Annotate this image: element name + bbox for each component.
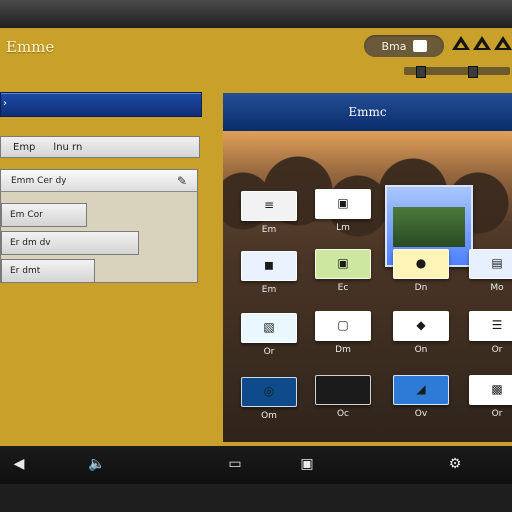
tile-glyph-icon: ▣ (337, 196, 349, 210)
tile[interactable]: ▢ Dm (315, 311, 371, 355)
tile[interactable]: ◎ Om (241, 377, 297, 421)
tile-label: Em (261, 285, 277, 295)
menu-icon[interactable]: ▣ (298, 455, 316, 473)
background-scene: Omm ≡Em ▣Lm ◼Em ▣Ec ●Dn ▤Mo ▧Or ▢Dm ◆On … (223, 131, 512, 442)
form-field-2[interactable]: Er dm dv (1, 231, 139, 255)
form-panel-title-bar: Emm Cer dy ✎ (1, 170, 197, 192)
tile-label: Or (491, 409, 503, 419)
tile[interactable]: ≡ Em (241, 191, 297, 235)
tile[interactable]: ▩ Or (469, 375, 512, 419)
tile-label: Or (263, 347, 275, 357)
tile-glyph-icon: C (338, 382, 348, 396)
app-screen: Emme Bma › Emp lnu rn Emm Cer dy ✎ Em Co… (0, 28, 512, 446)
edit-icon[interactable]: ✎ (177, 174, 187, 188)
tile-glyph-icon: ◢ (416, 382, 426, 396)
tile[interactable]: ☰ Or (469, 311, 512, 355)
tile-glyph-icon: ☰ (491, 318, 503, 332)
tile-label: Or (491, 345, 503, 355)
form-field-2-text: Er dm dv (10, 238, 51, 248)
tile-label: Em (261, 225, 277, 235)
back-icon[interactable]: ◀ (10, 455, 28, 473)
volume-icon[interactable]: 🔈 (88, 455, 106, 473)
top-slider[interactable] (404, 66, 510, 78)
right-panel-header: Emmc (223, 93, 512, 131)
tile-glyph-icon: ▧ (263, 320, 275, 334)
tile-glyph-icon: ▩ (491, 382, 503, 396)
tile[interactable]: ▤ Mo (469, 249, 512, 293)
top-right-icons (452, 36, 512, 50)
tile[interactable]: ▣ Ec (315, 249, 371, 293)
slider-thumb-left[interactable] (416, 66, 426, 78)
chevron-right-icon: › (3, 98, 7, 109)
tile[interactable]: ● Dn (393, 249, 449, 293)
tile-label: Om (261, 411, 277, 421)
tile-glyph-icon: ▤ (491, 256, 503, 270)
tile-label: Ov (414, 409, 428, 419)
right-panel: Emmc Omm ≡Em ▣Lm ◼Em ▣Ec ●Dn ▤Mo ▧Or ▢Dm… (223, 93, 512, 442)
left-row-right: lnu rn (53, 141, 83, 153)
form-field-1[interactable]: Em Cor (1, 203, 87, 227)
tile-label: Lm (336, 223, 350, 233)
tile-glyph-icon: ▢ (337, 318, 349, 332)
tile[interactable]: ▧ Or (241, 313, 297, 357)
app-title: Emme (6, 38, 55, 56)
left-nav-bar[interactable]: › (0, 92, 202, 117)
tile[interactable]: C Oc (315, 375, 371, 419)
triangle-icon[interactable] (494, 36, 512, 50)
pill-icon (412, 40, 427, 52)
tile-glyph-icon: ◆ (416, 318, 426, 332)
form-field-1-text: Em Cor (10, 210, 43, 220)
tile[interactable]: ◆ On (393, 311, 449, 355)
tile-label: Ec (337, 283, 349, 293)
tile-glyph-icon: ◎ (263, 384, 275, 398)
tile-label: Mo (490, 283, 504, 293)
tile-label: Dm (335, 345, 351, 355)
tile-glyph-icon: ● (415, 256, 427, 270)
featured-image (393, 207, 465, 247)
tile-glyph-icon: ▣ (337, 256, 349, 270)
triangle-icon[interactable] (473, 36, 491, 50)
search-pill-label: Bma (381, 39, 407, 53)
tile[interactable]: ◼ Em (241, 251, 297, 295)
tile-label: On (414, 345, 428, 355)
form-field-3[interactable]: Er dmt (1, 259, 95, 283)
tile[interactable]: ◢ Ov (393, 375, 449, 419)
left-row-left: Emp (13, 141, 36, 153)
tile-glyph-icon: ◼ (264, 258, 274, 272)
bottom-nav-bar: ◀ 🔈 ▭ ▣ ⚙ (0, 446, 512, 484)
left-form-panel: Emm Cer dy ✎ Em Cor Er dm dv Er dmt (0, 169, 198, 283)
left-row[interactable]: Emp lnu rn (0, 136, 200, 158)
search-pill[interactable]: Bma (364, 35, 444, 57)
slider-thumb-right[interactable] (468, 66, 478, 78)
settings-icon[interactable]: ⚙ (446, 455, 464, 473)
form-panel-title: Emm Cer dy (11, 175, 67, 186)
tile-label: Oc (336, 409, 350, 419)
home-icon[interactable]: ▭ (226, 455, 244, 473)
tile-label: Dn (414, 283, 428, 293)
triangle-icon[interactable] (452, 36, 470, 50)
form-field-3-text: Er dmt (10, 266, 41, 276)
tile[interactable]: ▣ Lm (315, 189, 371, 233)
tile-glyph-icon: ≡ (263, 198, 275, 212)
